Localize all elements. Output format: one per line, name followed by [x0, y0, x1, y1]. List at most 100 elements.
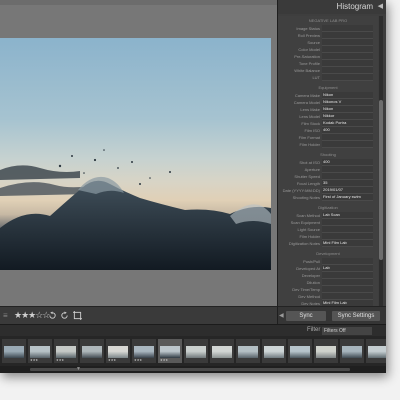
histogram-header[interactable]: Histogram ◀ [278, 0, 386, 14]
metadata-value-field[interactable] [322, 67, 373, 74]
metadata-label: Pre-Saturation [294, 54, 320, 59]
filmstrip-cell[interactable] [80, 339, 104, 363]
metadata-label: Aperture [304, 167, 320, 172]
metadata-label: Developer [301, 273, 320, 278]
metadata-value-field[interactable]: Lab [322, 265, 373, 272]
thumbnail-stars: ★★★ [134, 358, 143, 362]
filmstrip-scrollbar[interactable]: ▼ [0, 366, 386, 373]
filmstrip-thumbnail[interactable] [264, 346, 284, 358]
metadata-label: Tone Profile [298, 61, 320, 66]
filmstrip-cell[interactable]: ★★★ [132, 339, 156, 363]
metadata-value-field[interactable] [322, 25, 373, 32]
collapse-arrow-icon[interactable]: ◀ [378, 2, 383, 10]
filmstrip-thumbnail[interactable] [30, 346, 50, 358]
metadata-value-field[interactable]: Mini Film Lab [322, 240, 373, 247]
section-heading[interactable]: Equipment [278, 85, 378, 91]
filmstrip-thumbnail[interactable] [134, 346, 154, 358]
filmstrip-cell[interactable] [314, 339, 338, 363]
metadata-value-field[interactable] [322, 39, 373, 46]
filter-dropdown[interactable]: Filters Off [322, 327, 372, 335]
metadata-row: Lens Model Nikkor [278, 113, 378, 120]
metadata-value-field[interactable] [322, 233, 373, 240]
filmstrip-thumbnail[interactable] [368, 346, 386, 358]
filmstrip-thumbnail[interactable] [212, 346, 232, 358]
metadata-value-field[interactable]: Nikon [322, 92, 373, 99]
filmstrip-thumbnail[interactable] [316, 346, 336, 358]
sync-settings-button[interactable]: Sync Settings [332, 311, 380, 321]
filmstrip-thumbnail[interactable] [160, 346, 180, 358]
filmstrip-thumbnail[interactable] [108, 346, 128, 358]
section-heading[interactable]: NEGATIVE LAB PRO [278, 18, 378, 24]
filmstrip-thumbnail[interactable] [186, 346, 206, 358]
metadata-value-field[interactable]: Lab Scan [322, 212, 373, 219]
metadata-row: Source [278, 39, 378, 46]
loupe-view[interactable] [0, 0, 277, 306]
metadata-value-field[interactable]: 2019/01/07 [322, 187, 373, 194]
metadata-label: Scan Method [296, 213, 320, 218]
metadata-value-field[interactable] [322, 293, 373, 300]
metadata-value-field[interactable]: Kodak Portra [322, 120, 373, 127]
metadata-value-field[interactable] [322, 60, 373, 67]
metadata-row: Film Stock Kodak Portra [278, 120, 378, 127]
metadata-label: Lens Model [299, 114, 320, 119]
filmstrip-thumbnail[interactable] [290, 346, 310, 358]
filmstrip-thumbnail[interactable] [82, 346, 102, 358]
metadata-value-field[interactable] [322, 173, 373, 180]
filmstrip-cell[interactable] [366, 339, 386, 363]
filmstrip-thumbnail[interactable] [56, 346, 76, 358]
metadata-value-field[interactable] [322, 286, 373, 293]
metadata-value-field[interactable] [322, 32, 373, 39]
filmstrip-cell[interactable] [2, 339, 26, 363]
metadata-value-field[interactable] [322, 226, 373, 233]
crop-overlay-icon[interactable] [73, 311, 82, 320]
metadata-value-field[interactable] [322, 272, 373, 279]
filmstrip-cell[interactable] [236, 339, 260, 363]
metadata-value-field[interactable]: 400 [322, 127, 373, 134]
panel-toggle-left-icon[interactable]: ◀ [279, 312, 284, 319]
filmstrip-cell[interactable] [262, 339, 286, 363]
filmstrip-cell[interactable] [210, 339, 234, 363]
metadata-value-field[interactable] [322, 166, 373, 173]
panel-scrollbar-thumb[interactable] [379, 100, 383, 260]
main-photo[interactable] [0, 38, 271, 270]
filmstrip-thumbnail[interactable] [238, 346, 258, 358]
metadata-value-field[interactable] [322, 258, 373, 265]
filmstrip-cell[interactable] [184, 339, 208, 363]
metadata-value-field[interactable]: 400 [322, 159, 373, 166]
thumbnail-stars: ★★★ [160, 358, 169, 362]
metadata-row: Scan Method Lab Scan [278, 212, 378, 219]
metadata-value-field[interactable]: 35 [322, 180, 373, 187]
metadata-row: Roll Preview [278, 32, 378, 39]
sync-button[interactable]: Sync [286, 311, 326, 321]
rotate-left-icon[interactable] [48, 311, 57, 320]
filmstrip-cell[interactable]: ★★★ [158, 339, 182, 363]
metadata-label: Developed At [296, 266, 320, 271]
metadata-label: Scan Equipment [290, 220, 320, 225]
rotate-right-icon[interactable] [60, 311, 69, 320]
metadata-value-field[interactable] [322, 219, 373, 226]
metadata-value-field[interactable] [322, 53, 373, 60]
metadata-value-field[interactable] [322, 141, 373, 148]
section-heading[interactable]: Shooting [278, 152, 378, 158]
metadata-label: Source [307, 40, 320, 45]
metadata-value-field[interactable] [322, 279, 373, 286]
filmstrip-thumbnail[interactable] [342, 346, 362, 358]
filmstrip-cell[interactable] [288, 339, 312, 363]
filmstrip-cell[interactable]: ★★★ [54, 339, 78, 363]
metadata-value-field[interactable]: Nikkor [322, 113, 373, 120]
metadata-value-field[interactable] [322, 74, 373, 81]
filmstrip-cell[interactable]: ★★★ [106, 339, 130, 363]
section-heading[interactable]: Development [278, 251, 378, 257]
metadata-value-field[interactable]: Nikon [322, 106, 373, 113]
filmstrip-cell[interactable] [340, 339, 364, 363]
metadata-value-field[interactable] [322, 46, 373, 53]
metadata-value-field[interactable]: Nikonos V [322, 99, 373, 106]
metadata-value-field[interactable] [322, 134, 373, 141]
filmstrip-thumbnail[interactable] [4, 346, 24, 358]
filmstrip-scroll-arrow-icon[interactable]: ▼ [76, 366, 81, 372]
star-rating[interactable]: ★★★☆☆ [14, 310, 50, 321]
filmstrip-cell[interactable]: ★★★ [28, 339, 52, 363]
section-heading[interactable]: Digitization [278, 205, 378, 211]
metadata-value-field[interactable]: First of January swim [322, 194, 373, 201]
metadata-row: Push/Pull [278, 258, 378, 265]
